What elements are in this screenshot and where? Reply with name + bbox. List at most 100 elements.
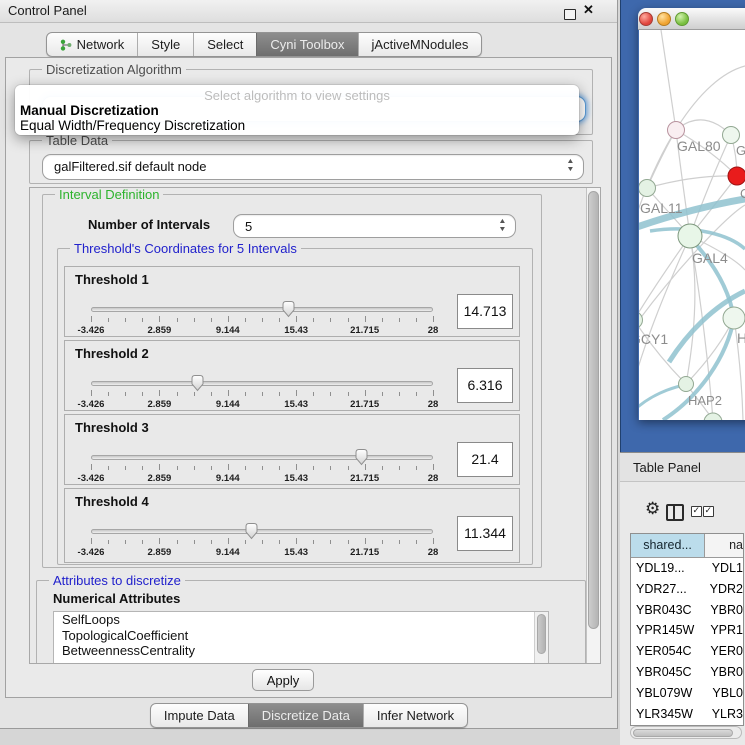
tab-style[interactable]: Style [137,33,193,56]
tab-select[interactable]: Select [193,33,256,56]
close-window-icon[interactable] [639,12,653,26]
network-canvas[interactable]: GAL80GACGAL11GAL4GCY1HHAP2 [639,30,745,420]
spinner-up-icon: ▲ [498,218,506,226]
slider-tick [228,316,229,322]
main-scrollbar-thumb[interactable] [588,191,599,629]
threshold-slider[interactable]: -3.4262.8599.14415.4321.71528 [91,447,433,485]
tab-label: Style [151,37,180,52]
gear-icon[interactable]: ⚙ [645,499,660,519]
threshold-value-field[interactable]: 21.4 [457,442,513,477]
tab-jactivemnodules[interactable]: jActiveMNodules [358,33,482,56]
spinner-icon[interactable]: ▲▼ [499,218,506,234]
network-node-hap2[interactable] [679,377,694,392]
threshold-slider[interactable]: -3.4262.8599.14415.4321.71528 [91,373,433,411]
algorithm-option-equal-width-frequency-discretization[interactable]: Equal Width/Frequency Discretization [15,118,579,133]
slider-tick [416,540,417,544]
slider-handle[interactable] [280,300,297,318]
node-label-gal4: GAL4 [692,250,728,266]
slider-tick-label: 9.144 [216,473,240,484]
threshold-label: Threshold 1 [75,272,149,287]
control-panel-window: Control Panel ✕ Network Style SelectCyni T… [0,0,618,729]
slider-tick [142,318,143,322]
tab-infer-network[interactable]: Infer Network [363,704,467,727]
slider-tick [313,392,314,396]
algorithm-option-manual-discretization[interactable]: Manual Discretization [15,103,579,118]
table-row[interactable]: YBR045CYBR0 [631,662,743,683]
threshold-slider[interactable]: -3.4262.8599.14415.4321.71528 [91,521,433,559]
table-header-shared[interactable]: shared... [631,534,705,557]
select-columns-icon[interactable]: ✓ ✓ [691,506,714,517]
network-node-gal80[interactable] [668,122,685,139]
table-row[interactable]: YLR345WYLR3 [631,704,743,725]
tab-cyni-toolbox[interactable]: Cyni Toolbox [256,33,357,56]
slider-handle[interactable] [189,374,206,392]
threshold-value-field[interactable]: 14.713 [457,294,513,329]
list-scrollbar[interactable] [534,612,548,664]
slider-tick-label: -3.426 [78,325,105,336]
slider-tick [382,540,383,544]
network-node-h[interactable] [723,307,745,329]
tab-discretize-data[interactable]: Discretize Data [248,704,363,727]
network-node-gal4[interactable] [678,224,702,248]
network-window-titlebar[interactable] [638,8,745,30]
slider-tick [159,464,160,470]
num-intervals-combo[interactable]: 5 ▲▼ [233,214,516,238]
network-node-c[interactable] [728,167,745,185]
table-panel-titlebar[interactable]: Table Panel [620,452,745,482]
slider-tick [108,392,109,396]
slider-tick [416,466,417,470]
tab-network[interactable]: Network [47,33,138,56]
threshold-value-field[interactable]: 11.344 [457,516,513,551]
slider-tick [399,392,400,396]
main-scrollbar[interactable] [586,188,600,663]
spinner-icon[interactable]: ▲▼ [567,158,574,174]
table-hscrollbar[interactable] [630,726,742,739]
table-row[interactable]: YBR043CYBR0 [631,600,743,621]
slider-tick [211,540,212,544]
table-header-name[interactable]: na [705,534,743,557]
slider-track[interactable] [91,307,433,312]
attribute-item-topologicalcoefficient[interactable]: TopologicalCoefficient [54,628,548,644]
slider-tick [416,318,417,322]
table-row[interactable]: YER054CYER0 [631,641,743,662]
network-icon [60,39,72,51]
attribute-item-selfloops[interactable]: SelfLoops [54,612,548,628]
threshold-value-field[interactable]: 6.316 [457,368,513,403]
network-edge [647,130,676,188]
table-row[interactable]: YPR145WYPR1 [631,620,743,641]
minimize-window-icon[interactable] [657,12,671,26]
table-row[interactable]: YBL079WYBL0 [631,683,743,704]
table-data-combo[interactable]: galFiltered.sif default node ▲▼ [42,154,584,180]
zoom-window-icon[interactable] [675,12,689,26]
numerical-attributes-list[interactable]: SelfLoopsTopologicalCoefficientBetweenne… [53,611,549,664]
control-panel-titlebar[interactable]: Control Panel ✕ [0,0,617,23]
apply-button[interactable]: Apply [252,669,314,691]
attribute-item-betweennesscentrality[interactable]: BetweennessCentrality [54,643,548,659]
network-node-ga[interactable] [723,127,740,144]
slider-tick-label: 21.715 [350,473,379,484]
tab-label: Network [77,37,125,52]
float-panel-icon[interactable] [564,9,576,20]
slider-track[interactable] [91,529,433,534]
slider-handle[interactable] [353,448,370,466]
slider-track[interactable] [91,381,433,386]
network-node-gal11[interactable] [639,180,656,197]
slider-tick [142,540,143,544]
table-row[interactable]: YDL19...YDL1 [631,558,743,579]
slider-tick [125,540,126,544]
slider-tick-label: 28 [428,473,439,484]
list-scrollbar-thumb[interactable] [537,614,546,654]
slider-track[interactable] [91,455,433,460]
slider-handle[interactable] [243,522,260,540]
network-window[interactable]: GAL80GACGAL11GAL4GCY1HHAP2 [638,8,745,420]
network-node-node-bottom[interactable] [704,413,722,420]
network-node-gcy1[interactable] [639,312,643,329]
threshold-slider[interactable]: -3.4262.8599.14415.4321.71528 [91,299,433,337]
columns-icon[interactable] [666,504,684,521]
table-row[interactable]: YDR27...YDR2 [631,579,743,600]
slider-tick [211,392,212,396]
slider-tick [330,392,331,396]
tab-impute-data[interactable]: Impute Data [151,704,248,727]
close-panel-icon[interactable]: ✕ [583,2,594,18]
table-hscrollbar-thumb[interactable] [633,729,733,737]
